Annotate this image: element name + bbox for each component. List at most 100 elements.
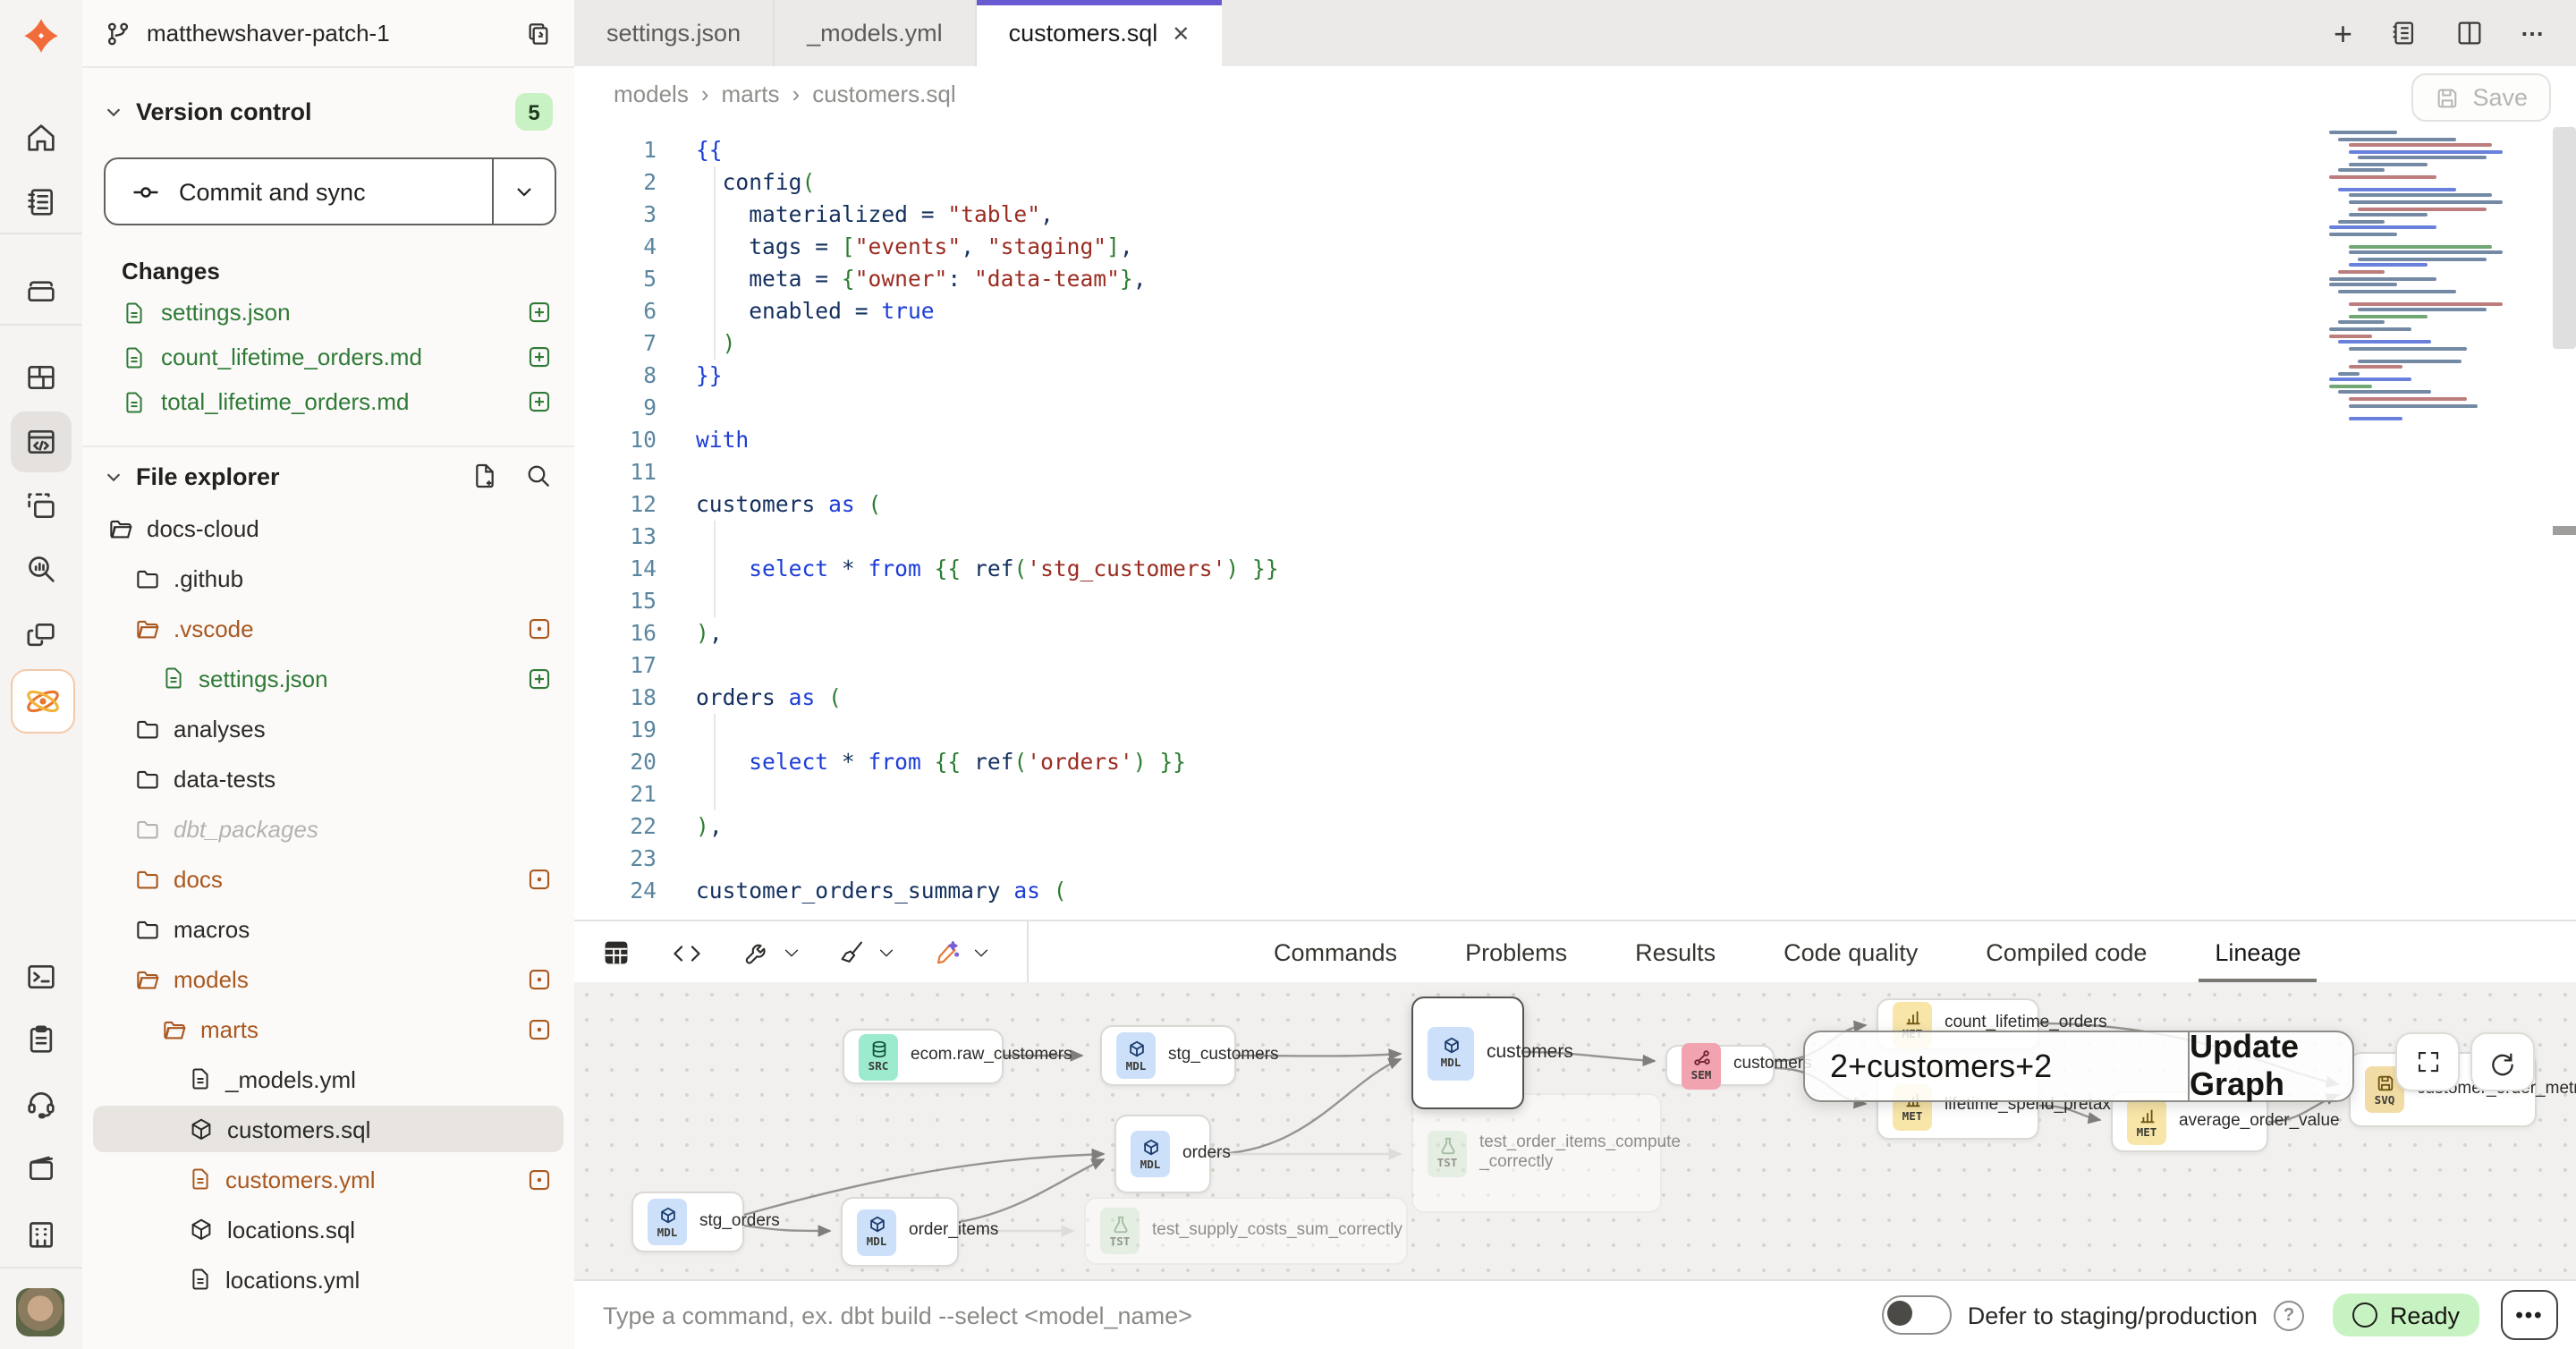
compile-code-icon[interactable] xyxy=(671,937,703,969)
notebook-icon[interactable] xyxy=(20,181,63,224)
breadcrumb-item[interactable]: models xyxy=(614,81,689,107)
tree-folder-.github[interactable]: .github xyxy=(93,555,564,601)
tree-file-_models.yml[interactable]: _models.yml xyxy=(93,1056,564,1102)
lineage-node-test_supply_costs_sum_correctly[interactable]: TST test_supply_costs_sum_correctly xyxy=(1084,1197,1408,1265)
panel-tab-Compiled code[interactable]: Compiled code xyxy=(1952,921,2181,984)
version-control-header[interactable]: Version control 5 xyxy=(104,93,553,131)
tree-folder-docs[interactable]: docs xyxy=(93,855,564,902)
tree-folder-marts[interactable]: marts xyxy=(93,1005,564,1052)
outline-panel-icon[interactable] xyxy=(2388,18,2419,48)
save-button[interactable]: Save xyxy=(2411,73,2551,122)
search-files-icon[interactable] xyxy=(524,462,553,490)
commit-and-sync-button[interactable]: Commit and sync xyxy=(104,157,556,225)
tree-folder-.vscode[interactable]: .vscode xyxy=(93,605,564,651)
headset-support-icon[interactable] xyxy=(20,1082,63,1125)
panel-tab-Code quality[interactable]: Code quality xyxy=(1750,921,1952,984)
build-wrench-icon[interactable] xyxy=(742,938,801,968)
tab-more-icon[interactable]: ⋯ xyxy=(2521,19,2544,47)
tree-folder-data-tests[interactable]: data-tests xyxy=(93,755,564,802)
stage-plus-icon[interactable] xyxy=(526,344,553,370)
added-plus-badge[interactable] xyxy=(526,665,553,691)
inbox-stack-icon[interactable] xyxy=(20,268,63,311)
commit-and-sync-main[interactable]: Commit and sync xyxy=(106,159,492,224)
update-graph-button[interactable]: Update Graph xyxy=(2188,1032,2352,1100)
changed-file-row[interactable]: settings.json xyxy=(82,290,574,335)
tree-folder-macros[interactable]: macros xyxy=(93,905,564,952)
file-explorer-header[interactable]: File explorer xyxy=(104,462,553,490)
tree-file-customers.yml[interactable]: customers.yml xyxy=(93,1156,564,1202)
refresh-graph-button[interactable] xyxy=(2470,1032,2535,1091)
tree-file-customers.sql[interactable]: customers.sql xyxy=(93,1106,564,1152)
command-input[interactable]: Type a command, ex. dbt build --select <… xyxy=(603,1302,1882,1328)
lineage-node-stg_customers[interactable]: MDL stg_customers xyxy=(1100,1025,1236,1086)
tree-file-locations.yml[interactable]: locations.yml xyxy=(93,1256,564,1302)
commit-options-caret[interactable] xyxy=(492,159,555,224)
defer-toggle[interactable] xyxy=(1882,1295,1952,1335)
modified-dot-badge[interactable] xyxy=(526,1015,553,1042)
preview-table-icon[interactable] xyxy=(601,938,631,968)
home-icon[interactable] xyxy=(20,116,63,159)
editor-tab-customers.sql[interactable]: customers.sql✕ xyxy=(977,0,1223,66)
code-editor[interactable]: 1{{2 config(3 materialized = "table",4 t… xyxy=(574,122,2576,920)
ready-status-badge[interactable]: Ready xyxy=(2333,1294,2479,1336)
close-tab-icon[interactable]: ✕ xyxy=(1172,21,1190,46)
format-broom-icon[interactable] xyxy=(837,938,896,968)
copilot-magic-pen-icon[interactable] xyxy=(932,938,991,968)
fullscreen-button[interactable] xyxy=(2395,1032,2460,1091)
help-icon[interactable]: ? xyxy=(2274,1300,2304,1330)
new-tab-icon[interactable]: + xyxy=(2334,17,2352,49)
explore-search-icon[interactable] xyxy=(20,547,63,590)
lineage-node-test_order_items_compute[interactable]: TST test_order_items_compute _correctly xyxy=(1411,1093,1662,1213)
copy-branch-icon[interactable] xyxy=(524,19,553,47)
editor-tab-_models.yml[interactable]: _models.yml xyxy=(775,0,977,66)
tree-folder-dbt_packages[interactable]: dbt_packages xyxy=(93,805,564,852)
tree-item-label: settings.json xyxy=(199,665,328,691)
breadcrumb-item[interactable]: marts xyxy=(722,81,780,107)
changed-file-row[interactable]: total_lifetime_orders.md xyxy=(82,379,574,424)
stage-plus-icon[interactable] xyxy=(526,299,553,326)
split-editor-icon[interactable] xyxy=(2454,18,2485,48)
changes-count-badge: 5 xyxy=(515,93,553,131)
git-branch-selector[interactable]: matthewshaver-patch-1 xyxy=(82,0,574,68)
panel-tab-Results[interactable]: Results xyxy=(1601,921,1750,984)
organization-building-icon[interactable] xyxy=(20,1213,63,1256)
lineage-node-customers[interactable]: MDL customers xyxy=(1411,997,1524,1109)
tree-folder-docs-cloud[interactable]: docs-cloud xyxy=(93,505,564,551)
terminal-icon[interactable] xyxy=(20,955,63,998)
tree-folder-analyses[interactable]: analyses xyxy=(93,705,564,751)
dbt-logo-icon[interactable] xyxy=(20,14,63,57)
minimap[interactable] xyxy=(2329,131,2529,435)
changed-file-row[interactable]: count_lifetime_orders.md xyxy=(82,335,574,379)
lineage-selector-input[interactable] xyxy=(1805,1032,2188,1100)
dbt-copilot-atom-icon[interactable] xyxy=(11,669,75,734)
status-more-button[interactable]: ••• xyxy=(2501,1290,2558,1340)
lineage-canvas[interactable]: SRC ecom.raw_customers MDL stg_customers M… xyxy=(574,982,2576,1279)
panel-tab-Lineage[interactable]: Lineage xyxy=(2181,921,2334,984)
panel-tab-Problems[interactable]: Problems xyxy=(1431,921,1601,984)
lineage-node-stg_orders[interactable]: MDL stg_orders xyxy=(631,1192,744,1252)
new-file-icon[interactable] xyxy=(470,462,499,490)
lineage-node-order_items[interactable]: MDL order_items xyxy=(841,1197,959,1267)
tree-file-locations.sql[interactable]: locations.sql xyxy=(93,1206,564,1252)
user-avatar[interactable] xyxy=(16,1288,64,1336)
code-editor-icon[interactable] xyxy=(11,411,72,472)
docs-book-icon[interactable] xyxy=(20,1147,63,1190)
frame-select-icon[interactable] xyxy=(20,485,63,528)
modified-dot-badge[interactable] xyxy=(526,1166,553,1192)
windows-icon[interactable] xyxy=(20,614,63,657)
breadcrumb-item[interactable]: customers.sql xyxy=(812,81,955,107)
tree-folder-models[interactable]: models xyxy=(93,955,564,1002)
modified-dot-badge[interactable] xyxy=(526,965,553,992)
panel-tab-Commands[interactable]: Commands xyxy=(1240,921,1431,984)
lineage-node-customers[interactable]: SEM customers xyxy=(1665,1045,1775,1086)
lineage-node-orders[interactable]: MDL orders xyxy=(1114,1115,1211,1193)
dashboard-grid-icon[interactable] xyxy=(20,356,63,399)
editor-tab-settings.json[interactable]: settings.json xyxy=(574,0,775,66)
stage-plus-icon[interactable] xyxy=(526,388,553,415)
tree-file-settings.json[interactable]: settings.json xyxy=(93,655,564,701)
lineage-node-ecom.raw_customers[interactable]: SRC ecom.raw_customers xyxy=(843,1029,1004,1084)
clipboard-icon[interactable] xyxy=(20,1018,63,1061)
editor-scrollbar-thumb[interactable] xyxy=(2553,127,2576,349)
modified-dot-badge[interactable] xyxy=(526,865,553,892)
modified-dot-badge[interactable] xyxy=(526,615,553,641)
